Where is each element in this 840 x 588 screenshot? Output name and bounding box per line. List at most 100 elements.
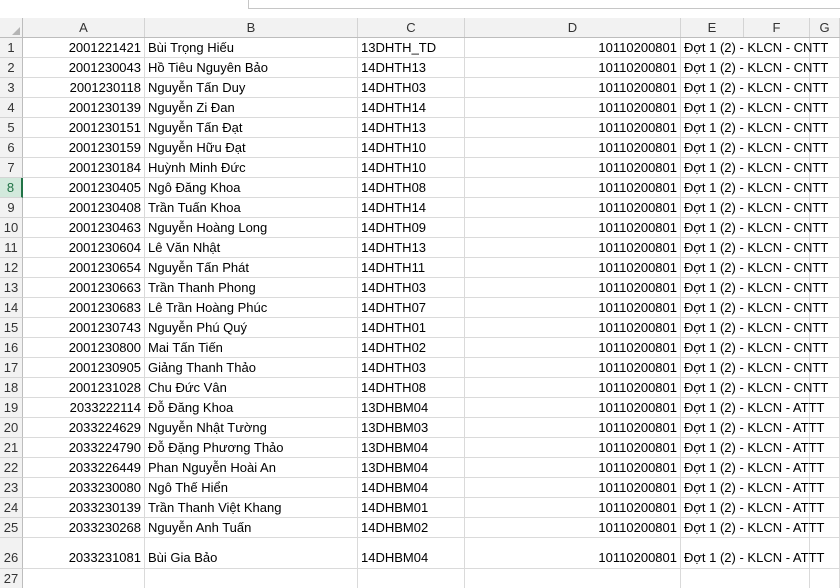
cell-code[interactable]: 10110200801 <box>465 278 681 298</box>
cell-student-name[interactable]: Nguyễn Hữu Đạt <box>145 138 358 158</box>
cell-student-id[interactable]: 2001230408 <box>23 198 145 218</box>
column-header-d[interactable]: D <box>465 18 681 37</box>
cell-note[interactable]: Đợt 1 (2) - KLCN - CNTT <box>681 358 828 378</box>
cell-student-id[interactable]: 2001221421 <box>23 38 145 58</box>
cell-student-id[interactable]: 2001230151 <box>23 118 145 138</box>
cell-code[interactable]: 10110200801 <box>465 318 681 338</box>
row-header[interactable]: 18 <box>0 378 23 398</box>
cell-student-name[interactable]: Chu Đức Vân <box>145 378 358 398</box>
row-header[interactable]: 8 <box>0 178 23 198</box>
cell-code[interactable]: 10110200801 <box>465 538 681 569</box>
cell-note[interactable]: Đợt 1 (2) - KLCN - CNTT <box>681 78 828 98</box>
cell-student-name[interactable]: Trần Tuấn Khoa <box>145 198 358 218</box>
cell-student-name[interactable]: Trần Thanh Phong <box>145 278 358 298</box>
cell-note[interactable]: Đợt 1 (2) - KLCN - ATTT <box>681 438 824 458</box>
column-header-c[interactable]: C <box>358 18 465 37</box>
row-header[interactable]: 7 <box>0 158 23 178</box>
cell-student-name[interactable]: Bùi Trọng Hiếu <box>145 38 358 58</box>
cell-note[interactable]: Đợt 1 (2) - KLCN - ATTT <box>681 398 824 418</box>
cell-note[interactable]: Đợt 1 (2) - KLCN - ATTT <box>681 418 824 438</box>
cell-student-name[interactable]: Phan Nguyễn Hoài An <box>145 458 358 478</box>
cell-student-id[interactable] <box>23 569 145 588</box>
cell-student-name[interactable]: Nguyễn Tấn Phát <box>145 258 358 278</box>
cell-note[interactable]: Đợt 1 (2) - KLCN - CNTT <box>681 238 828 258</box>
cell-class[interactable]: 14DHTH02 <box>358 338 465 358</box>
cell-class[interactable]: 14DHTH03 <box>358 278 465 298</box>
cell-class[interactable]: 13DHBM03 <box>358 418 465 438</box>
cell-class[interactable]: 14DHTH13 <box>358 58 465 78</box>
cell-code[interactable]: 10110200801 <box>465 418 681 438</box>
cell-student-name[interactable]: Đỗ Đăng Khoa <box>145 398 358 418</box>
cell-student-id[interactable]: 2001231028 <box>23 378 145 398</box>
row-header[interactable]: 26 <box>0 538 23 569</box>
column-header-g[interactable]: G <box>810 18 840 37</box>
cell-note[interactable]: Đợt 1 (2) - KLCN - ATTT <box>681 498 824 518</box>
cell-code[interactable]: 10110200801 <box>465 478 681 498</box>
cell-student-id[interactable]: 2001230139 <box>23 98 145 118</box>
cell-student-id[interactable]: 2001230118 <box>23 78 145 98</box>
row-header[interactable]: 12 <box>0 258 23 278</box>
cell-student-name[interactable] <box>145 569 358 588</box>
cell-student-id[interactable]: 2033230139 <box>23 498 145 518</box>
cell-class[interactable]: 14DHTH08 <box>358 378 465 398</box>
column-header-b[interactable]: B <box>145 18 358 37</box>
cell-code[interactable]: 10110200801 <box>465 118 681 138</box>
cell-code[interactable]: 10110200801 <box>465 258 681 278</box>
cell-note[interactable]: Đợt 1 (2) - KLCN - CNTT <box>681 98 828 118</box>
cell-student-id[interactable]: 2001230683 <box>23 298 145 318</box>
row-header[interactable]: 3 <box>0 78 23 98</box>
cell-student-id[interactable]: 2001230604 <box>23 238 145 258</box>
cell-class[interactable]: 13DHBM04 <box>358 458 465 478</box>
cell-code[interactable]: 10110200801 <box>465 438 681 458</box>
cell-code[interactable]: 10110200801 <box>465 178 681 198</box>
cell-g[interactable] <box>810 569 840 588</box>
cell-student-name[interactable]: Đỗ Đặng Phương Thảo <box>145 438 358 458</box>
cell-code[interactable]: 10110200801 <box>465 238 681 258</box>
cell-class[interactable]: 14DHTH14 <box>358 98 465 118</box>
cell-code[interactable]: 10110200801 <box>465 298 681 318</box>
cell-class[interactable]: 14DHTH10 <box>358 138 465 158</box>
cell-class[interactable]: 14DHTH01 <box>358 318 465 338</box>
row-header[interactable]: 10 <box>0 218 23 238</box>
cell-code[interactable]: 10110200801 <box>465 358 681 378</box>
row-header[interactable]: 21 <box>0 438 23 458</box>
cell-student-id[interactable]: 2033224629 <box>23 418 145 438</box>
row-header[interactable]: 22 <box>0 458 23 478</box>
cell-note[interactable]: Đợt 1 (2) - KLCN - CNTT <box>681 258 828 278</box>
cell-student-name[interactable]: Mai Tấn Tiến <box>145 338 358 358</box>
cell-code[interactable]: 10110200801 <box>465 378 681 398</box>
cell-student-id[interactable]: 2001230743 <box>23 318 145 338</box>
cell-student-name[interactable]: Nguyễn Hoàng Long <box>145 218 358 238</box>
cell-student-id[interactable]: 2033226449 <box>23 458 145 478</box>
cell-note[interactable]: Đợt 1 (2) - KLCN - ATTT <box>681 518 824 538</box>
cell-student-id[interactable]: 2001230905 <box>23 358 145 378</box>
row-header[interactable]: 23 <box>0 478 23 498</box>
cell-note[interactable]: Đợt 1 (2) - KLCN - CNTT <box>681 138 828 158</box>
cell-note[interactable]: Đợt 1 (2) - KLCN - CNTT <box>681 218 828 238</box>
cell-class[interactable]: 14DHTH10 <box>358 158 465 178</box>
cell-student-id[interactable]: 2001230654 <box>23 258 145 278</box>
cell-note[interactable]: Đợt 1 (2) - KLCN - CNTT <box>681 318 828 338</box>
cell-student-id[interactable]: 2001230663 <box>23 278 145 298</box>
cell-note[interactable]: Đợt 1 (2) - KLCN - CNTT <box>681 298 828 318</box>
cell-class[interactable]: 13DHBM04 <box>358 398 465 418</box>
cell-note[interactable]: Đợt 1 (2) - KLCN - CNTT <box>681 118 828 138</box>
cell-note[interactable]: Đợt 1 (2) - KLCN - CNTT <box>681 378 828 398</box>
row-header[interactable]: 25 <box>0 518 23 538</box>
row-header[interactable]: 24 <box>0 498 23 518</box>
row-header[interactable]: 4 <box>0 98 23 118</box>
row-header[interactable]: 17 <box>0 358 23 378</box>
column-header-f[interactable]: F <box>744 18 810 37</box>
cell-class[interactable]: 14DHTH07 <box>358 298 465 318</box>
row-header[interactable]: 20 <box>0 418 23 438</box>
row-header[interactable]: 9 <box>0 198 23 218</box>
cell-student-name[interactable]: Nguyễn Nhật Tường <box>145 418 358 438</box>
cell-student-name[interactable]: Lê Trần Hoàng Phúc <box>145 298 358 318</box>
cell-code[interactable]: 10110200801 <box>465 138 681 158</box>
cell-code[interactable] <box>465 569 681 588</box>
column-header-e[interactable]: E <box>681 18 744 37</box>
cell-student-name[interactable]: Nguyễn Phú Quý <box>145 318 358 338</box>
cell-class[interactable]: 14DHTH03 <box>358 358 465 378</box>
row-header[interactable]: 2 <box>0 58 23 78</box>
cell-class[interactable] <box>358 569 465 588</box>
